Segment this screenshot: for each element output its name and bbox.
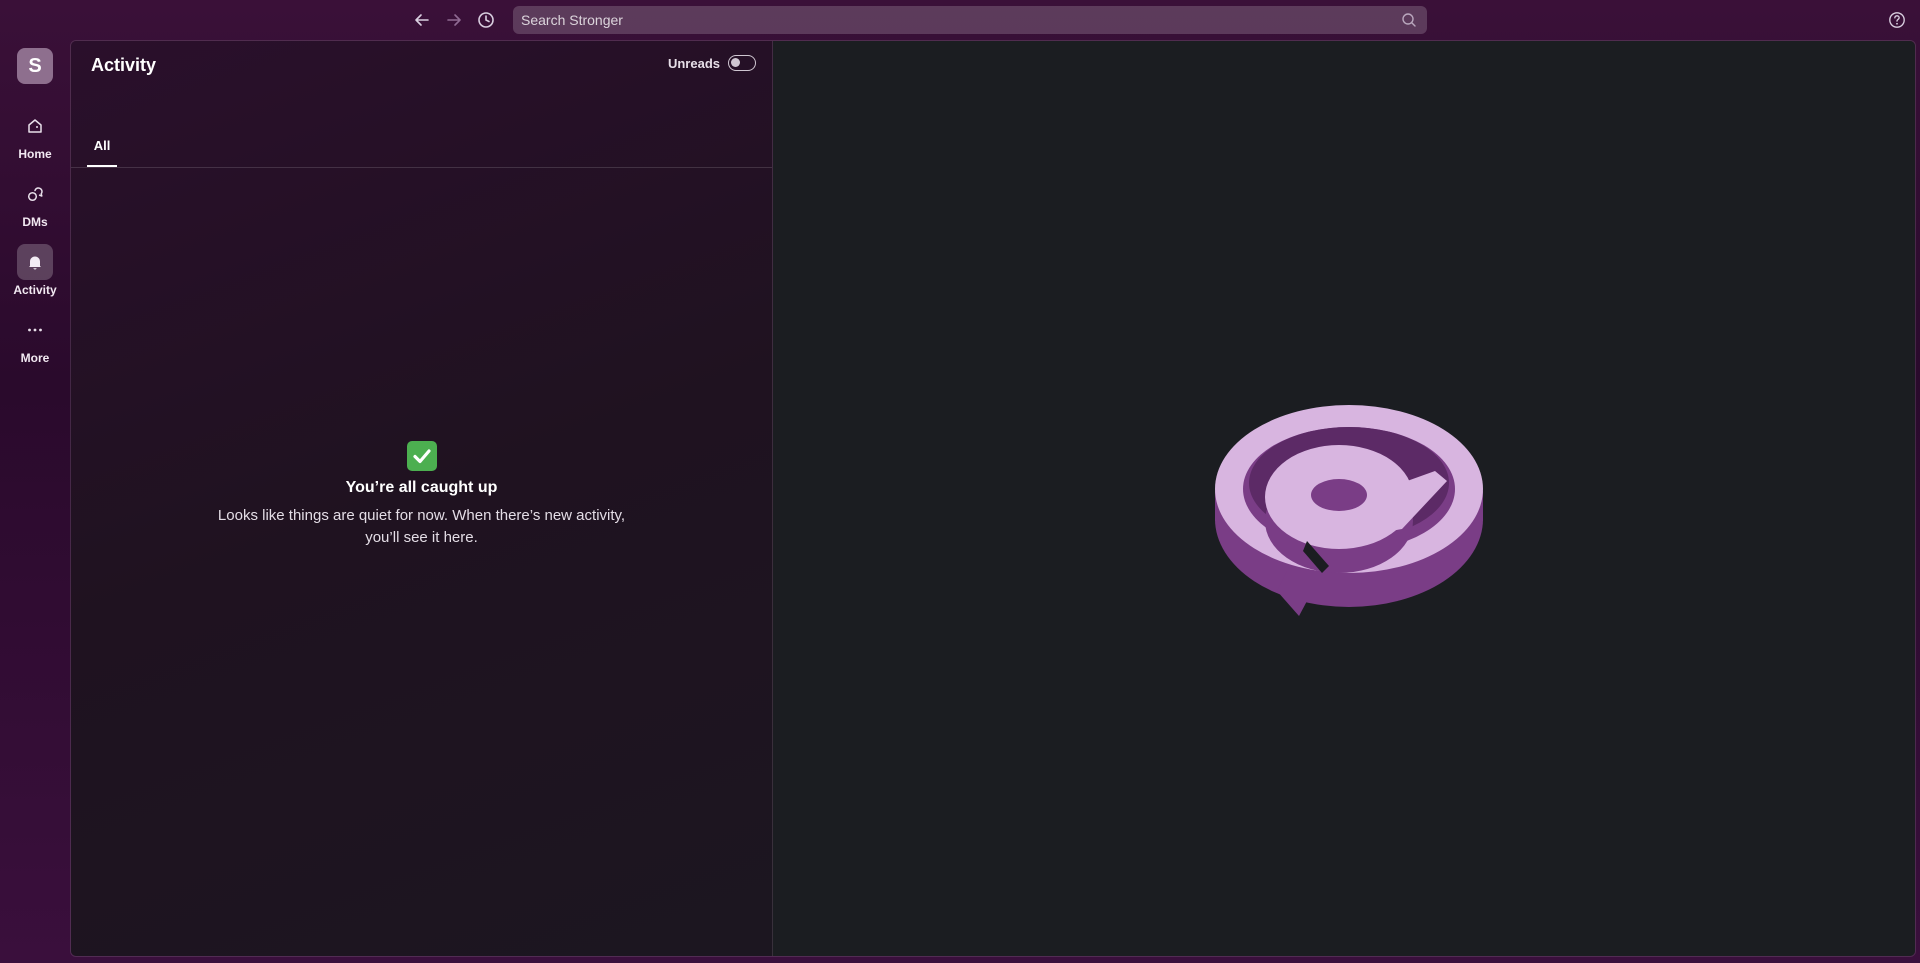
activity-tabs: All [71,125,772,168]
forward-button[interactable] [442,8,466,32]
empty-state: You’re all caught up Looks like things a… [71,441,772,549]
left-rail: S Home DMs Activity More [0,40,70,963]
rail-icon-wrap [17,108,53,144]
at-sign-illustration-icon [1215,405,1483,616]
arrow-left-icon [415,14,429,26]
workspace-switcher[interactable]: S [17,48,53,84]
detail-pane [773,41,1915,956]
rail-icon-wrap [17,312,53,348]
rail-label-home: Home [18,147,52,161]
rail-item-more[interactable]: More [5,312,65,374]
empty-state-line-2: you’ll see it here. [365,529,478,546]
arrow-right-icon [447,14,461,26]
top-bar: Search Stronger [0,0,1920,40]
rail-icon-wrap [17,176,53,212]
clock-icon [478,12,494,28]
history-button[interactable] [474,8,498,32]
search-input[interactable]: Search Stronger [513,6,1427,34]
unreads-label: Unreads [667,55,720,71]
empty-state-title: You’re all caught up [345,479,498,496]
rail-label-more: More [20,351,50,365]
rail-label-activity: Activity [13,283,57,297]
more-icon [28,328,42,332]
tab-all[interactable]: All [87,125,117,167]
search-icon [1402,13,1416,27]
unreads-control: Unreads [668,55,756,71]
main-panel: Activity Unreads All You’re all caught u… [70,40,1916,957]
check-mark-icon [406,441,437,471]
home-icon [28,119,42,133]
help-button[interactable] [1886,9,1908,31]
rail-icon-wrap [17,244,53,280]
toggle-knob [731,58,740,67]
rail-label-dms: DMs [22,215,48,229]
empty-state-line-1: Looks like things are quiet for now. Whe… [217,507,626,524]
rail-item-dms[interactable]: DMs [5,176,65,238]
rail-item-home[interactable]: Home [5,108,65,170]
activity-pane: Activity Unreads All You’re all caught u… [71,41,773,956]
help-icon [1889,12,1905,28]
back-button[interactable] [410,8,434,32]
search-placeholder: Search Stronger [521,12,623,28]
dms-icon [27,187,43,202]
bell-icon [29,256,41,270]
check-glyph [412,449,431,464]
rail-item-activity[interactable]: Activity [5,244,65,306]
unreads-toggle[interactable] [728,55,756,71]
workspace-initial: S [28,54,42,77]
page-title: Activity [91,55,157,75]
empty-state-text: Looks like things are quiet for now. Whe… [207,505,637,549]
